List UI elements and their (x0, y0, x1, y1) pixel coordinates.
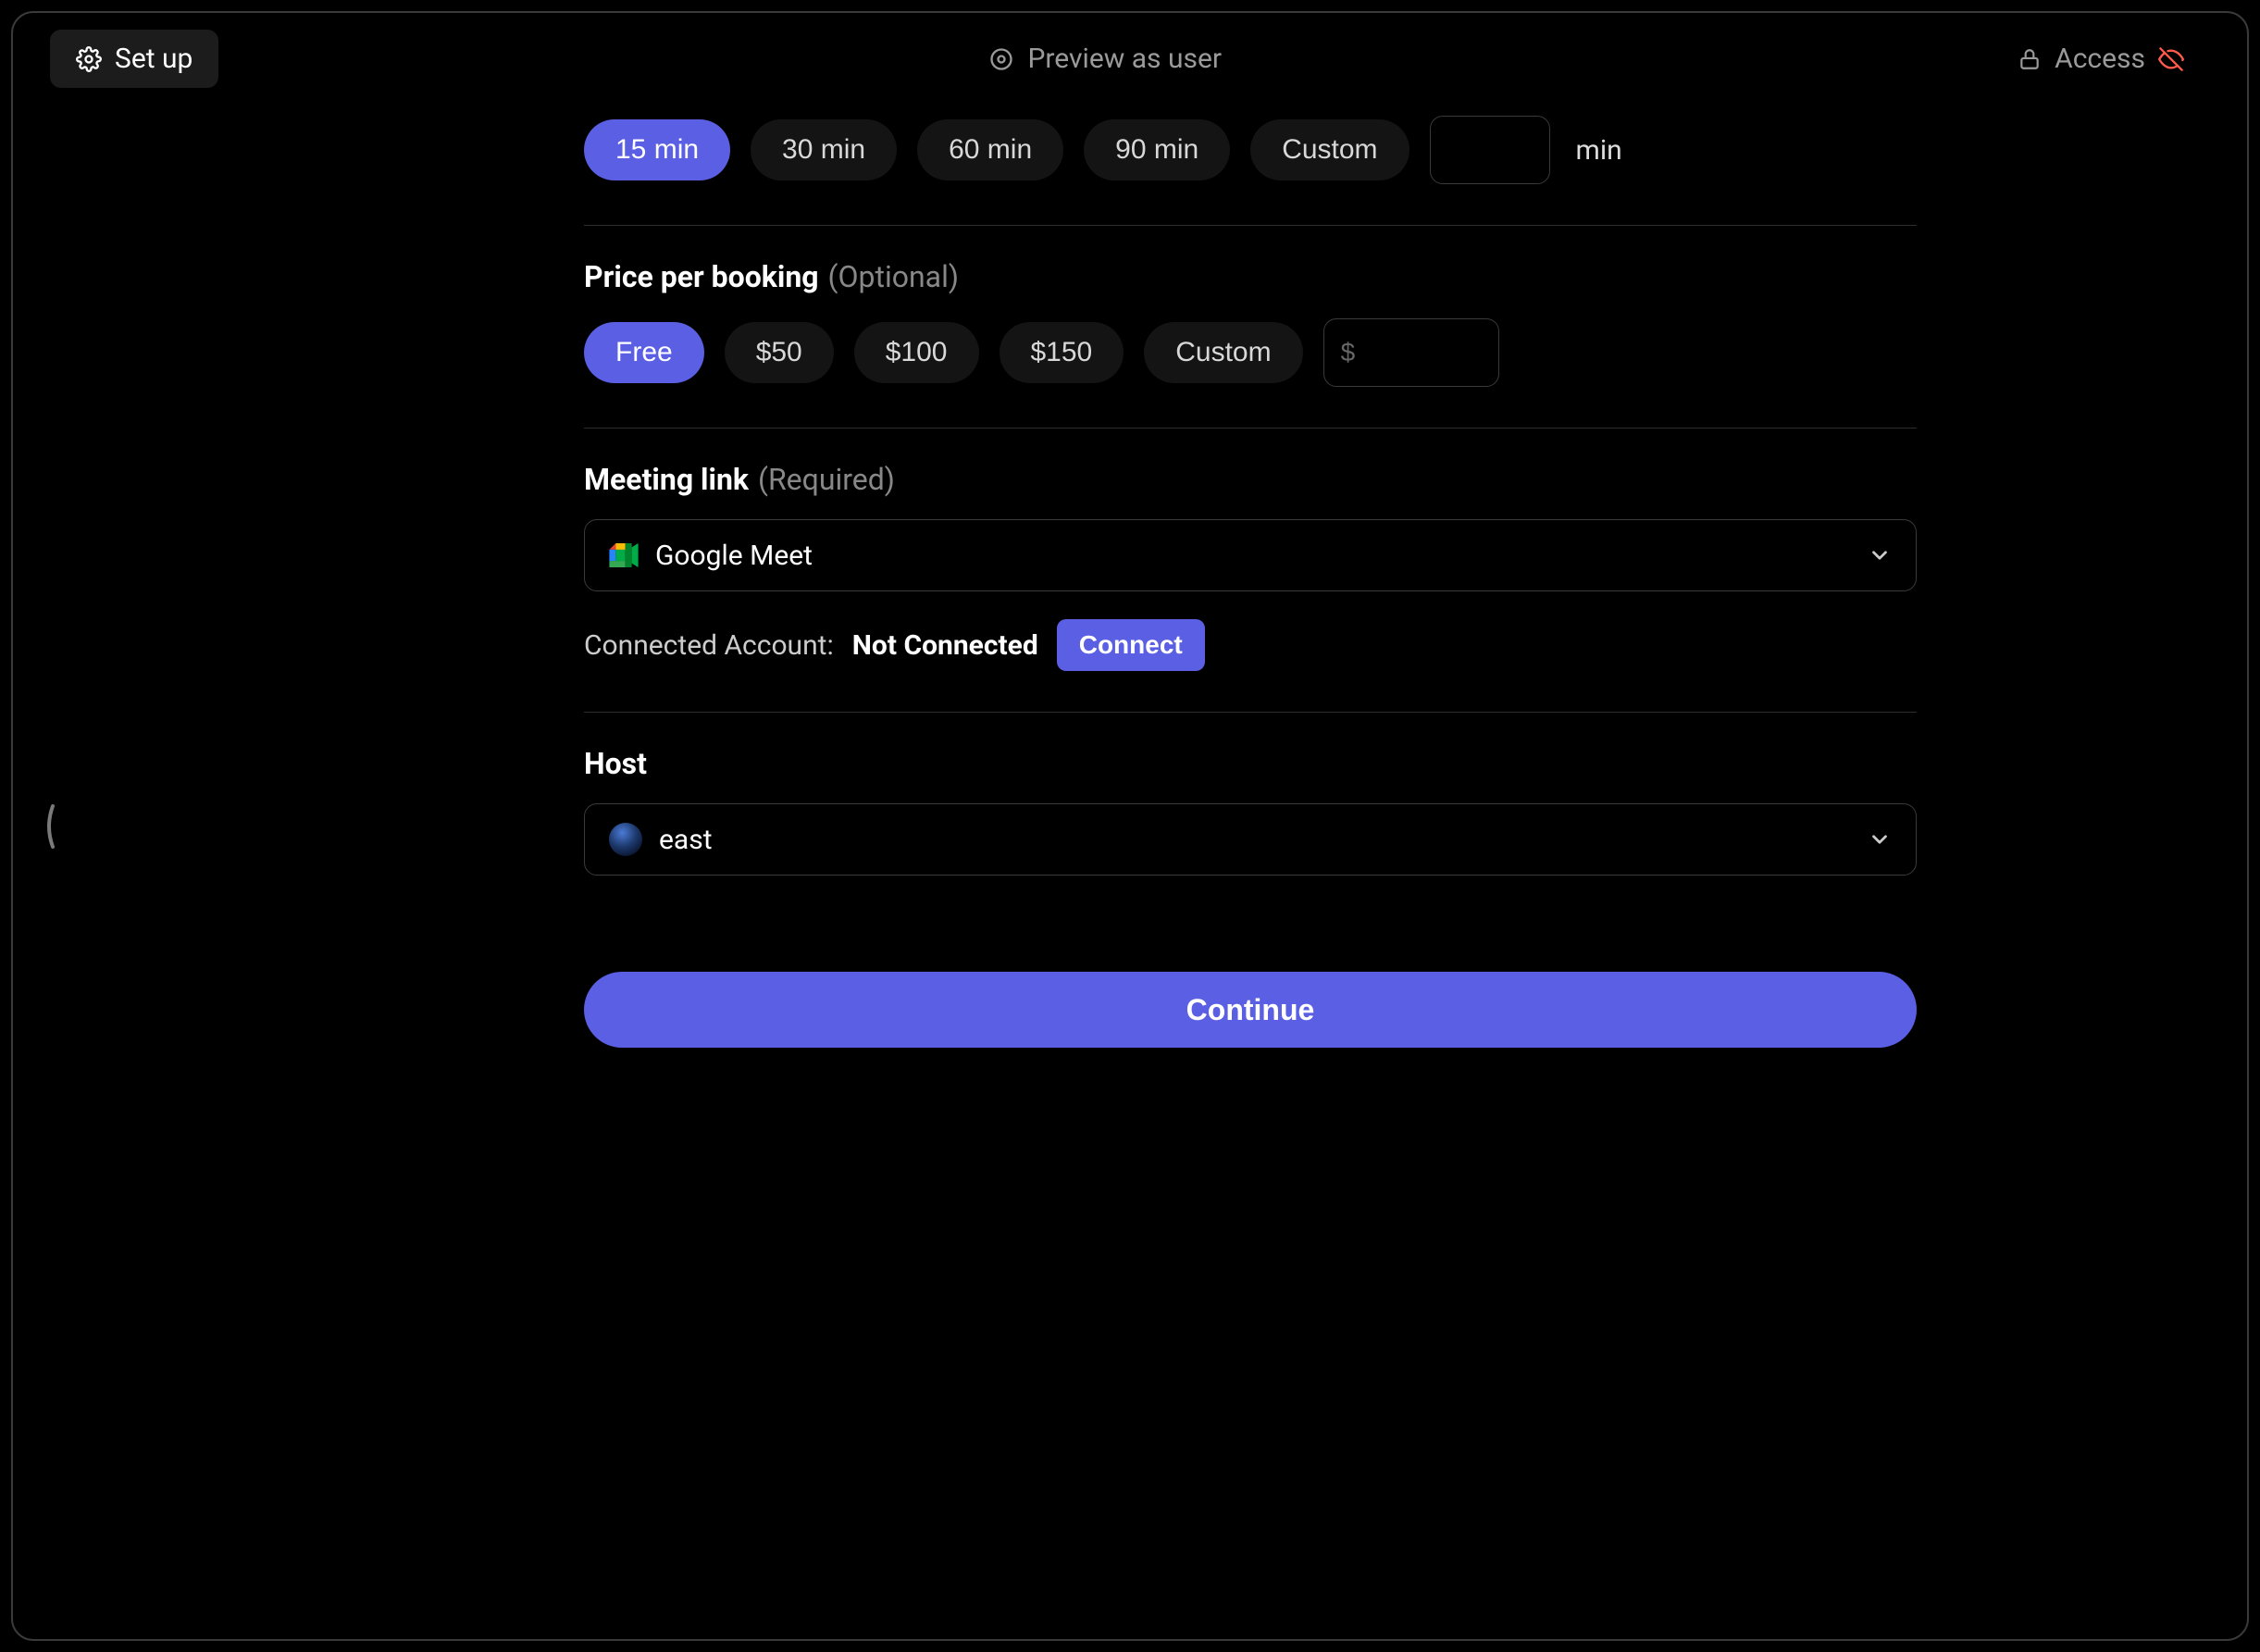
price-title: Price per booking (584, 259, 819, 294)
booking-form: 15 min 30 min 60 min 90 min Custom min P… (306, 106, 1954, 1048)
connect-button[interactable]: Connect (1057, 619, 1205, 671)
lock-icon (2018, 47, 2042, 71)
price-pill-free[interactable]: Free (584, 322, 704, 383)
app-window: Set up Preview as user Access 15 min 30 … (11, 11, 2249, 1641)
connected-status: Not Connected (852, 629, 1038, 662)
chevron-down-icon (1868, 827, 1892, 851)
duration-custom-input[interactable] (1430, 116, 1550, 184)
top-tabbar: Set up Preview as user Access (13, 13, 2247, 88)
host-section: Host east (584, 713, 1917, 916)
gear-icon (76, 46, 102, 72)
meeting-req: (Required) (758, 462, 895, 497)
tab-setup-label: Set up (115, 43, 192, 75)
duration-pill-30[interactable]: 30 min (751, 119, 897, 180)
tab-access[interactable]: Access (1992, 30, 2210, 88)
tab-preview[interactable]: Preview as user (962, 30, 1248, 88)
meeting-provider-select[interactable]: Google Meet (584, 519, 1917, 591)
price-custom-input[interactable] (1323, 318, 1499, 387)
host-value: east (659, 824, 1851, 856)
google-meet-icon (609, 543, 639, 567)
tab-preview-label: Preview as user (1027, 43, 1222, 75)
continue-button[interactable]: Continue (584, 972, 1917, 1048)
duration-pill-custom[interactable]: Custom (1250, 119, 1409, 180)
duration-options: 15 min 30 min 60 min 90 min Custom min (584, 116, 1917, 184)
duration-section: 15 min 30 min 60 min 90 min Custom min (584, 106, 1917, 226)
avatar (609, 823, 642, 856)
duration-pill-15[interactable]: 15 min (584, 119, 730, 180)
chevron-down-icon (1868, 543, 1892, 567)
price-pill-100[interactable]: $100 (854, 322, 979, 383)
price-req: (Optional) (828, 259, 959, 294)
duration-pill-90[interactable]: 90 min (1084, 119, 1230, 180)
duration-pill-60[interactable]: 60 min (917, 119, 1063, 180)
tab-access-label: Access (2055, 43, 2145, 75)
duration-suffix: min (1576, 134, 1622, 167)
eye-off-icon (2158, 46, 2184, 72)
price-options: Free $50 $100 $150 Custom (584, 318, 1917, 387)
connected-label: Connected Account: (584, 629, 834, 662)
price-pill-custom[interactable]: Custom (1144, 322, 1302, 383)
price-pill-150[interactable]: $150 (1000, 322, 1124, 383)
host-select[interactable]: east (584, 803, 1917, 876)
content-area: 15 min 30 min 60 min 90 min Custom min P… (24, 106, 2236, 1628)
meeting-section: Meeting link (Required) Google Meet (584, 429, 1917, 713)
price-section: Price per booking (Optional) Free $50 $1… (584, 226, 1917, 429)
panel-expand-handle[interactable] (39, 799, 59, 854)
connected-account-row: Connected Account: Not Connected Connect (584, 619, 1917, 671)
price-pill-50[interactable]: $50 (725, 322, 834, 383)
continue-wrap: Continue (584, 916, 1917, 1048)
eye-target-icon (988, 46, 1014, 72)
scroll-region[interactable]: 15 min 30 min 60 min 90 min Custom min P… (24, 106, 2236, 1628)
host-title: Host (584, 746, 647, 781)
meeting-provider-label: Google Meet (655, 540, 1851, 572)
meeting-title: Meeting link (584, 462, 749, 497)
tab-setup[interactable]: Set up (50, 30, 218, 88)
